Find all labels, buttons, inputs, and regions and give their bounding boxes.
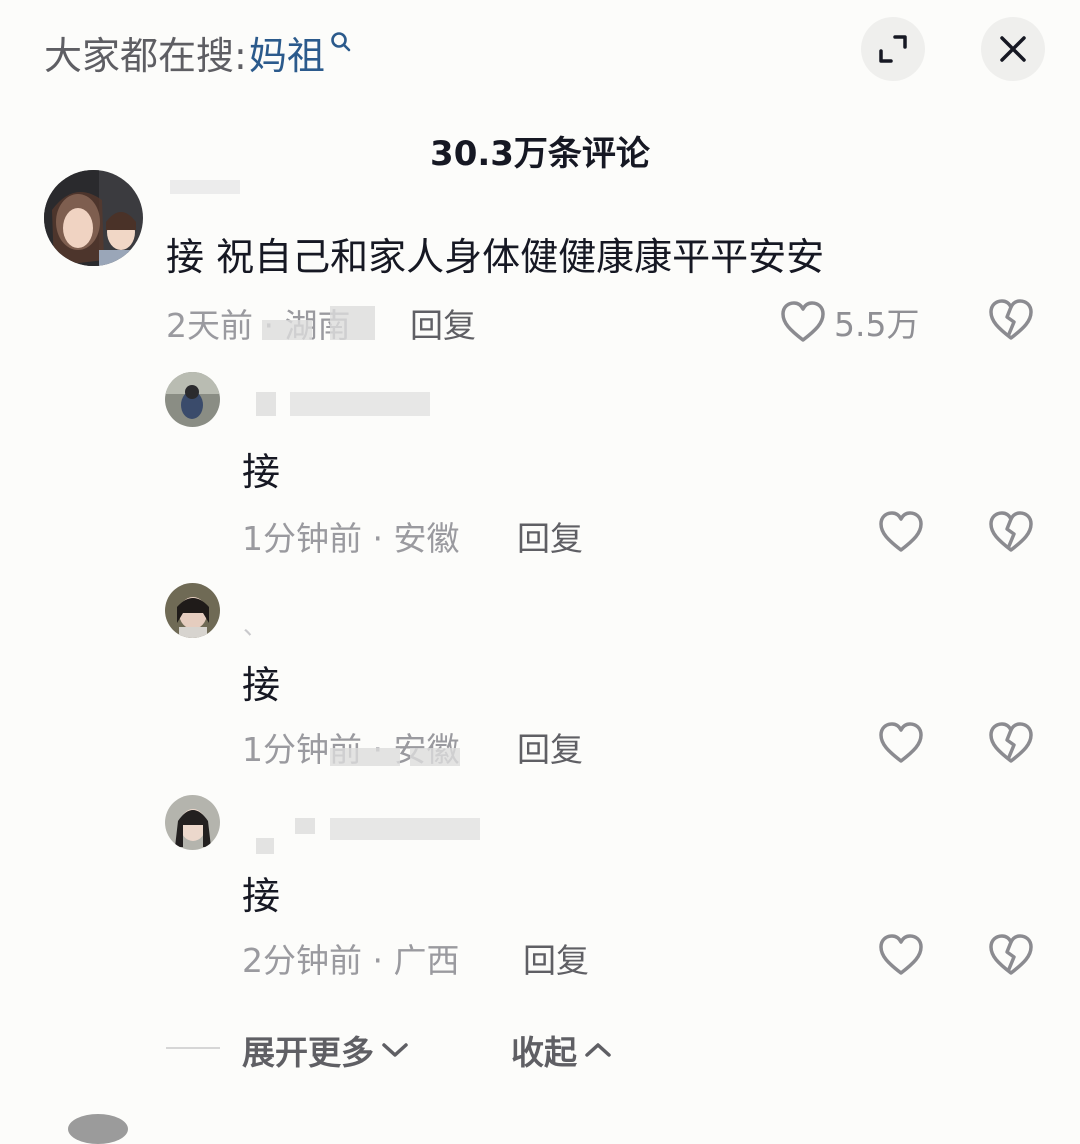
collapse-label: 收起 <box>511 1033 577 1072</box>
dislike-button[interactable] <box>988 510 1034 558</box>
reply-button[interactable]: 回复 <box>517 512 583 560</box>
broken-heart-icon <box>989 722 1033 763</box>
chevron-up-icon <box>585 1043 611 1057</box>
like-button[interactable] <box>878 933 924 981</box>
close-button[interactable] <box>981 17 1045 81</box>
reply-text: 接 <box>242 450 281 494</box>
comment-count-title: 30.3万条评论 <box>430 134 650 174</box>
like-button[interactable] <box>878 510 924 558</box>
fullscreen-button[interactable] <box>861 17 925 81</box>
privacy-mask <box>256 838 274 854</box>
avatar-photo <box>165 795 220 850</box>
privacy-mask <box>295 818 315 834</box>
search-term-link[interactable]: 妈祖 <box>249 25 325 80</box>
avatar[interactable] <box>165 583 220 638</box>
collapse-button[interactable]: 收起 <box>511 1026 613 1074</box>
privacy-mask <box>256 392 276 416</box>
broken-heart-icon <box>989 934 1033 975</box>
privacy-mask <box>330 306 375 340</box>
fullscreen-icon <box>879 35 907 63</box>
avatar-photo <box>44 170 143 266</box>
heart-icon <box>879 722 923 763</box>
search-prefix: 大家都在搜: <box>44 33 247 78</box>
search-icon <box>331 32 351 52</box>
privacy-mask <box>410 748 460 766</box>
avatar[interactable] <box>68 1114 128 1144</box>
divider <box>166 1047 220 1049</box>
avatar-photo <box>165 372 220 427</box>
privacy-mask <box>262 320 312 340</box>
reply-button[interactable]: 回复 <box>410 299 476 347</box>
nickname-mask <box>170 180 240 194</box>
privacy-mask <box>330 818 480 840</box>
avatar[interactable] <box>165 795 220 850</box>
reply-meta: 2分钟前 · 广西 <box>242 941 460 980</box>
avatar[interactable] <box>165 372 220 427</box>
like-count: 5.5万 <box>834 305 920 344</box>
broken-heart-icon <box>989 299 1033 340</box>
reply-text: 接 <box>242 663 281 707</box>
dislike-button[interactable] <box>988 298 1034 346</box>
reply-button[interactable]: 回复 <box>517 723 583 771</box>
chevron-down-icon <box>382 1043 408 1057</box>
broken-heart-icon <box>989 511 1033 552</box>
heart-icon <box>879 934 923 975</box>
reply-button[interactable]: 回复 <box>523 934 589 982</box>
reply-nickname: 、 <box>243 612 267 640</box>
heart-icon <box>781 301 825 342</box>
avatar[interactable] <box>44 170 143 266</box>
dislike-button[interactable] <box>988 933 1034 981</box>
reply-text: 接 <box>242 874 281 918</box>
like-button[interactable]: 5.5万 <box>780 298 919 346</box>
privacy-mask <box>290 392 430 416</box>
like-button[interactable] <box>878 721 924 769</box>
dislike-button[interactable] <box>988 721 1034 769</box>
heart-icon <box>879 511 923 552</box>
privacy-mask <box>330 748 400 766</box>
expand-more-label: 展开更多 <box>242 1033 374 1072</box>
reply-meta: 1分钟前 · 安徽 <box>242 519 460 558</box>
expand-more-button[interactable]: 展开更多 <box>242 1026 410 1074</box>
comment-text: 接 祝自己和家人身体健健康康平平安安 <box>166 235 825 279</box>
avatar-photo <box>165 583 220 638</box>
search-suggestion[interactable]: 大家都在搜: 妈祖 <box>44 24 353 80</box>
close-icon <box>1000 36 1026 62</box>
comment-meta: 2天前 · 湖南 <box>166 306 351 345</box>
